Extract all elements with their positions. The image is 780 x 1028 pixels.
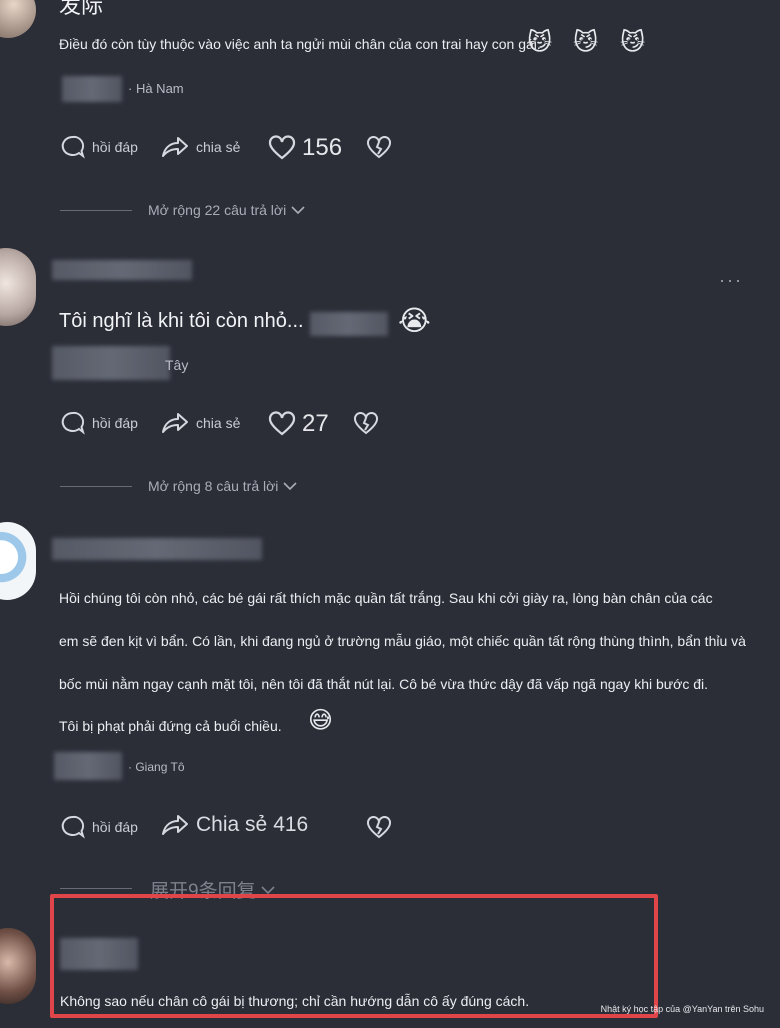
chat-bubble-icon	[61, 135, 85, 159]
chevron-down-icon	[283, 482, 297, 491]
chevron-down-icon	[291, 206, 305, 215]
emoji-cat-sticker: 😼	[620, 29, 646, 56]
heart-icon	[268, 411, 296, 436]
chevron-down-icon	[261, 885, 275, 894]
blurred-username	[52, 538, 262, 560]
like-button[interactable]: 156	[268, 134, 342, 162]
reply-label: hồi đáp	[92, 139, 138, 155]
expand-divider	[60, 888, 132, 889]
dislike-broken-heart-icon[interactable]	[366, 816, 392, 840]
avatar[interactable]	[0, 248, 36, 326]
blurred-username	[60, 938, 138, 970]
comment-text-line: em sẽ đen kịt vì bẩn. Có lần, khi đang n…	[59, 633, 746, 649]
blurred-username	[52, 260, 192, 280]
emoji-grin-sweat: 😅	[308, 707, 334, 734]
location-label: · Giang Tô	[128, 760, 185, 774]
dislike-broken-heart-icon[interactable]	[366, 136, 392, 160]
expand-replies-label: Mở rộng 8 câu trả lời	[148, 478, 279, 494]
chat-bubble-icon	[61, 815, 85, 839]
comment-text-line: bốc mùi nằm ngay cạnh mặt tôi, nên tôi đ…	[59, 676, 709, 692]
chat-bubble-icon	[61, 411, 85, 435]
comment-text-line: Hồi chúng tôi còn nhỏ, các bé gái rất th…	[59, 590, 713, 606]
expand-divider	[60, 486, 132, 487]
expand-divider	[60, 210, 132, 211]
reply-label: hồi đáp	[92, 415, 138, 431]
comment-text: Không sao nếu chân cô gái bị thương; chỉ…	[60, 993, 530, 1009]
comment-text-line: Tôi bị phạt phải đứng cả buổi chiều.	[59, 718, 282, 734]
comment-text: Tôi nghĩ là khi tôi còn nhỏ...	[59, 310, 304, 333]
blurred-text	[310, 312, 388, 336]
share-button[interactable]: chia sẻ	[160, 410, 240, 436]
share-button[interactable]: Chia sẻ 416	[160, 812, 308, 838]
comment-text-content: Tôi nghĩ là khi tôi còn nhỏ...	[59, 310, 304, 332]
watermark: Nhật ký học tập của @YanYan trên Sohu	[600, 1004, 764, 1014]
avatar[interactable]	[0, 928, 36, 1004]
expand-replies-label: Mở rộng 22 câu trả lời	[148, 202, 287, 218]
more-options-button[interactable]: ···	[719, 270, 743, 291]
heart-icon	[268, 135, 296, 160]
share-arrow-icon	[162, 137, 188, 157]
expand-replies-button[interactable]: Mở rộng 22 câu trả lời	[148, 202, 306, 218]
location-text: Hà Nam	[135, 81, 184, 96]
emoji-cat-sticker: 😼	[527, 29, 553, 56]
emoji-cat-sticker: 😼	[573, 29, 599, 56]
like-count: 416	[273, 813, 309, 836]
emoji-crying-laughing: 😭	[398, 305, 431, 336]
share-arrow-icon	[162, 815, 188, 835]
share-label: chia sẻ	[196, 415, 241, 431]
blurred-username	[62, 76, 122, 102]
share-arrow-icon	[162, 413, 188, 433]
expand-replies-button[interactable]: Mở rộng 8 câu trả lời	[148, 478, 298, 494]
blurred-username	[54, 752, 122, 780]
like-count: 156	[302, 134, 343, 161]
share-button[interactable]: chia sẻ	[160, 134, 240, 160]
blurred-username	[52, 346, 170, 380]
comment-text: Điều đó còn tùy thuộc vào việc anh ta ng…	[59, 36, 541, 52]
avatar[interactable]	[0, 522, 36, 600]
location-text: Tây	[165, 357, 189, 373]
dislike-broken-heart-icon[interactable]	[353, 412, 379, 436]
avatar[interactable]	[0, 0, 36, 38]
username[interactable]: 发际	[59, 0, 103, 20]
reply-label: hồi đáp	[92, 819, 138, 835]
location-text: Giang Tô	[135, 760, 185, 774]
share-label: chia sẻ	[196, 139, 241, 155]
like-count: 27	[302, 410, 329, 437]
location-label: · Hà Nam	[128, 81, 184, 96]
reply-button[interactable]: hồi đáp	[60, 814, 138, 840]
like-button[interactable]: 27	[268, 410, 329, 438]
share-label: Chia sẻ	[196, 813, 268, 836]
reply-button[interactable]: hồi đáp	[60, 134, 138, 160]
reply-button[interactable]: hồi đáp	[60, 410, 138, 436]
